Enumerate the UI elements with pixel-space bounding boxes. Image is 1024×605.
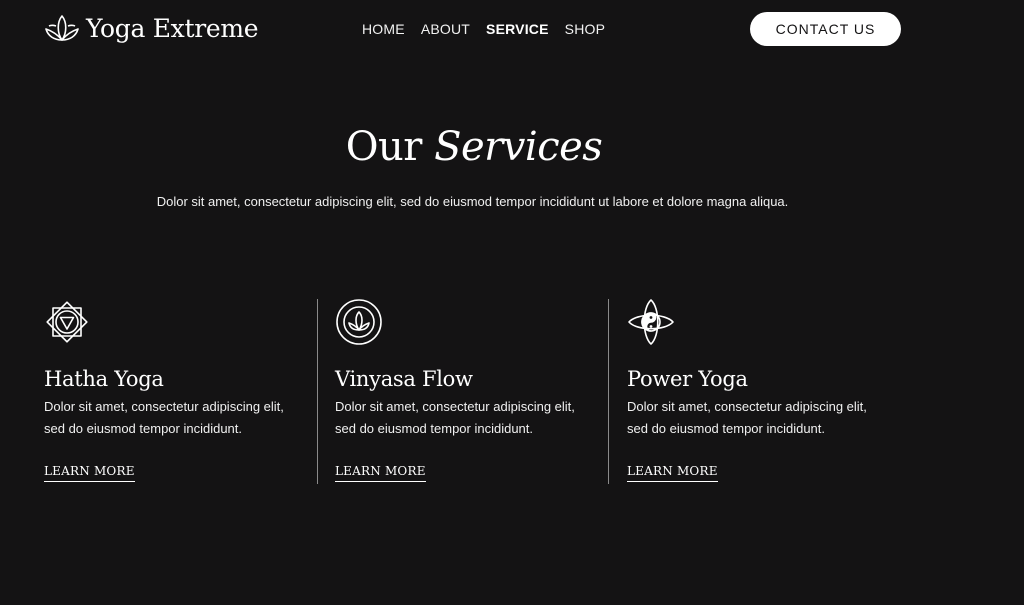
contact-us-button[interactable]: CONTACT US [750, 12, 901, 46]
card-divider [317, 299, 318, 484]
yin-yang-lotus-icon [628, 299, 674, 345]
page-title: Our Services [0, 122, 948, 172]
section-description: Dolor sit amet, consectetur adipiscing e… [156, 194, 789, 209]
service-text: Dolor sit amet, consectetur adipiscing e… [627, 399, 867, 436]
nav-shop[interactable]: SHOP [565, 19, 605, 39]
chakra-triangle-icon [46, 301, 88, 343]
service-card-power: Power Yoga Dolor sit amet, consectetur a… [627, 298, 887, 484]
title-italic: Services [434, 124, 603, 170]
site-logo[interactable]: Yoga Extreme [44, 12, 259, 46]
service-card-hatha: Hatha Yoga Dolor sit amet, consectetur a… [44, 298, 304, 484]
title-plain: Our [345, 124, 423, 170]
logo-text: Yoga Extreme [86, 14, 259, 43]
lotus-circle-icon [336, 299, 382, 345]
nav-about[interactable]: ABOUT [421, 19, 470, 39]
lotus-icon [45, 15, 79, 41]
service-text: Dolor sit amet, consectetur adipiscing e… [335, 399, 575, 436]
nav-home[interactable]: HOME [362, 19, 405, 39]
nav-service[interactable]: SERVICE [486, 19, 549, 39]
main-nav: HOME ABOUT SERVICE SHOP [362, 19, 605, 39]
learn-more-link[interactable]: LEARN MORE [44, 463, 135, 482]
card-divider [608, 299, 609, 484]
service-title: Power Yoga [627, 367, 748, 391]
learn-more-link[interactable]: LEARN MORE [335, 463, 426, 482]
service-title: Hatha Yoga [44, 367, 164, 391]
learn-more-link[interactable]: LEARN MORE [627, 463, 718, 482]
service-text: Dolor sit amet, consectetur adipiscing e… [44, 399, 284, 436]
service-card-vinyasa: Vinyasa Flow Dolor sit amet, consectetur… [335, 298, 595, 484]
service-title: Vinyasa Flow [335, 367, 473, 391]
